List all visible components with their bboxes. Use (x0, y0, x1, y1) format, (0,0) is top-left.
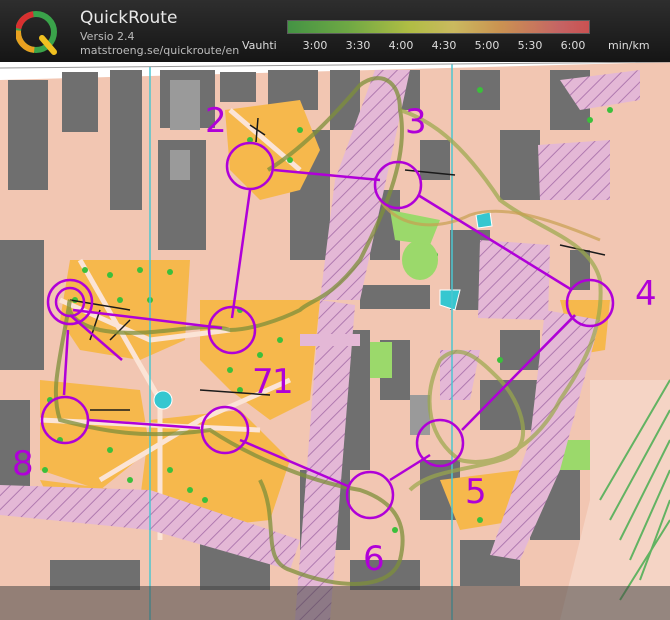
pace-tick: 3:00 (302, 39, 328, 52)
control-number-5: 5 (465, 472, 487, 512)
control-number-3: 3 (405, 102, 427, 142)
pace-tick: 4:30 (431, 39, 457, 52)
pace-unit: min/km (608, 39, 650, 52)
bottom-toolbar-shade (0, 586, 670, 620)
pace-tick: 6:00 (560, 39, 586, 52)
control-number-4: 4 (635, 274, 657, 314)
pace-tick: 4:00 (388, 39, 414, 52)
control-number-8: 8 (12, 444, 34, 484)
control-number-7: 7 (252, 362, 274, 402)
app-header: QuickRoute Versio 2.4 matstroeng.se/quic… (0, 0, 670, 62)
control-number-2: 2 (205, 101, 227, 141)
control-number-6: 6 (363, 539, 385, 579)
quickroute-logo-icon (16, 11, 57, 55)
app-title: QuickRoute (80, 8, 178, 28)
pace-tick: 5:00 (474, 39, 500, 52)
app-version: Versio 2.4 (80, 30, 135, 43)
pace-label: Vauhti (242, 39, 277, 52)
control-number-1: 1 (272, 362, 294, 402)
app-url: matstroeng.se/quickroute/en (80, 44, 240, 57)
orienteering-map[interactable]: 1 7 2 3 4 5 6 8 (0, 62, 670, 620)
pace-tick: 3:30 (345, 39, 371, 52)
pace-color-bar (287, 20, 590, 34)
pace-tick: 5:30 (517, 39, 543, 52)
